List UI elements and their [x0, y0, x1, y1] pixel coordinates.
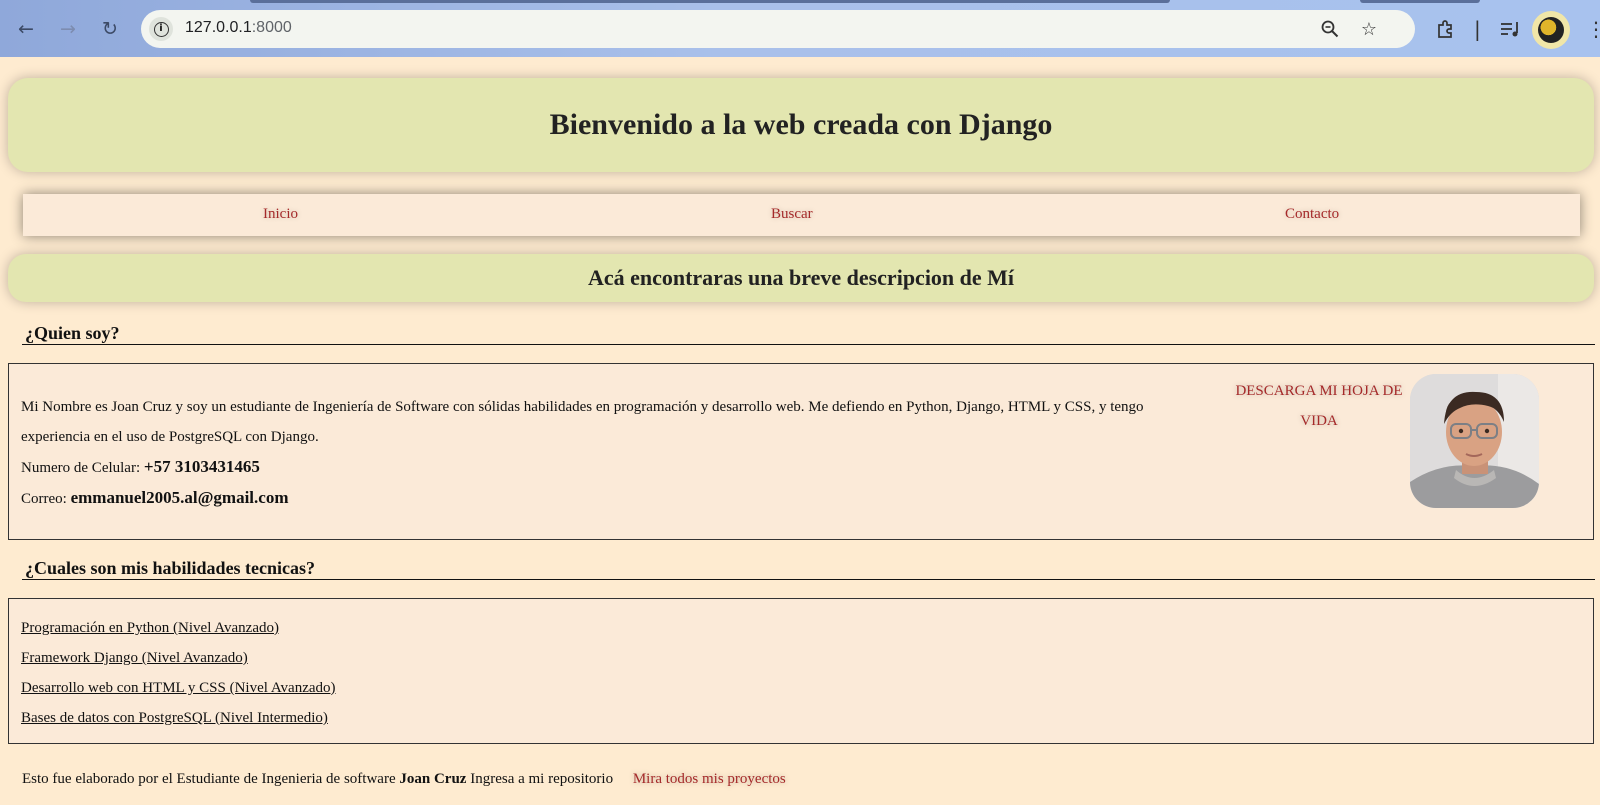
main-navbar: Inicio Buscar Contacto	[23, 194, 1580, 236]
back-arrow-icon[interactable]: ←	[14, 17, 38, 41]
address-bar[interactable]: i 127.0.0.1:8000 ☆	[141, 10, 1415, 48]
about-panel: Mi Nombre es Joan Cruz y soy un estudian…	[8, 363, 1594, 540]
skill-item-postgresql[interactable]: Bases de datos con PostgreSQL (Nivel Int…	[21, 703, 336, 733]
projects-link[interactable]: Mira todos mis proyectos	[633, 771, 786, 787]
page-footer: Esto fue elaborado por el Estudiante de …	[22, 771, 786, 788]
skill-item-html-css[interactable]: Desarrollo web con HTML y CSS (Nivel Ava…	[21, 673, 336, 703]
tab-strip-edge	[250, 0, 1170, 3]
subheader-title: Acá encontraras una breve descripcion de…	[587, 265, 1015, 290]
url-text[interactable]: 127.0.0.1:8000	[185, 19, 292, 37]
profile-photo	[1410, 374, 1539, 508]
phone-label: Numero de Celular:	[21, 460, 141, 476]
profile-avatar[interactable]	[1532, 11, 1570, 49]
phone-line: Numero de Celular: +57 3103431465	[21, 452, 1161, 483]
page-title: Bienvenido a la web creada con Django	[549, 108, 1053, 141]
page-header: Bienvenido a la web creada con Django	[8, 78, 1594, 172]
reload-icon[interactable]: ↻	[98, 17, 122, 41]
extensions-icon[interactable]	[1436, 16, 1456, 42]
forward-arrow-icon[interactable]: →	[56, 17, 80, 41]
nav-link-buscar[interactable]: Buscar	[771, 206, 813, 223]
download-cv-link[interactable]: DESCARGA MI HOJA DE VIDA	[1224, 376, 1414, 436]
bookmark-star-icon[interactable]: ☆	[1358, 18, 1380, 40]
zoom-icon[interactable]	[1319, 18, 1341, 40]
about-heading-rule	[22, 344, 1595, 345]
nav-link-contacto[interactable]: Contacto	[1285, 206, 1339, 223]
site-info-icon[interactable]: i	[149, 17, 173, 41]
skills-heading-rule	[22, 579, 1595, 580]
email-value: emmanuel2005.al@gmail.com	[70, 488, 289, 507]
phone-value: +57 3103431465	[143, 457, 260, 476]
skills-list: Programación en Python (Nivel Avanzado) …	[21, 613, 336, 733]
menu-kebab-icon[interactable]: ⋮	[1586, 16, 1600, 42]
nav-link-inicio[interactable]: Inicio	[263, 206, 298, 223]
email-label: Correo:	[21, 491, 67, 507]
email-line: Correo: emmanuel2005.al@gmail.com	[21, 483, 1161, 514]
about-heading: ¿Quien soy?	[25, 323, 120, 343]
footer-text: Esto fue elaborado por el Estudiante de …	[22, 771, 396, 787]
skill-item-django[interactable]: Framework Django (Nivel Avanzado)	[21, 643, 336, 673]
about-text: Mi Nombre es Joan Cruz y soy un estudian…	[21, 392, 1161, 514]
browser-toolbar: ← → ↻ i 127.0.0.1:8000 ☆ | ⋮	[0, 0, 1600, 57]
toolbar-divider: |	[1474, 17, 1481, 41]
footer-author: Joan Cruz	[399, 771, 467, 787]
tab-strip-edge	[1360, 0, 1480, 3]
skill-item-python[interactable]: Programación en Python (Nivel Avanzado)	[21, 613, 336, 643]
about-description: Mi Nombre es Joan Cruz y soy un estudian…	[21, 399, 1144, 445]
skills-panel: Programación en Python (Nivel Avanzado) …	[8, 598, 1594, 744]
media-control-icon[interactable]	[1500, 16, 1522, 42]
footer-repo-text: Ingresa a mi repositorio	[470, 771, 614, 787]
subheader: Acá encontraras una breve descripcion de…	[8, 254, 1594, 302]
skills-heading: ¿Cuales son mis habilidades tecnicas?	[25, 558, 316, 578]
